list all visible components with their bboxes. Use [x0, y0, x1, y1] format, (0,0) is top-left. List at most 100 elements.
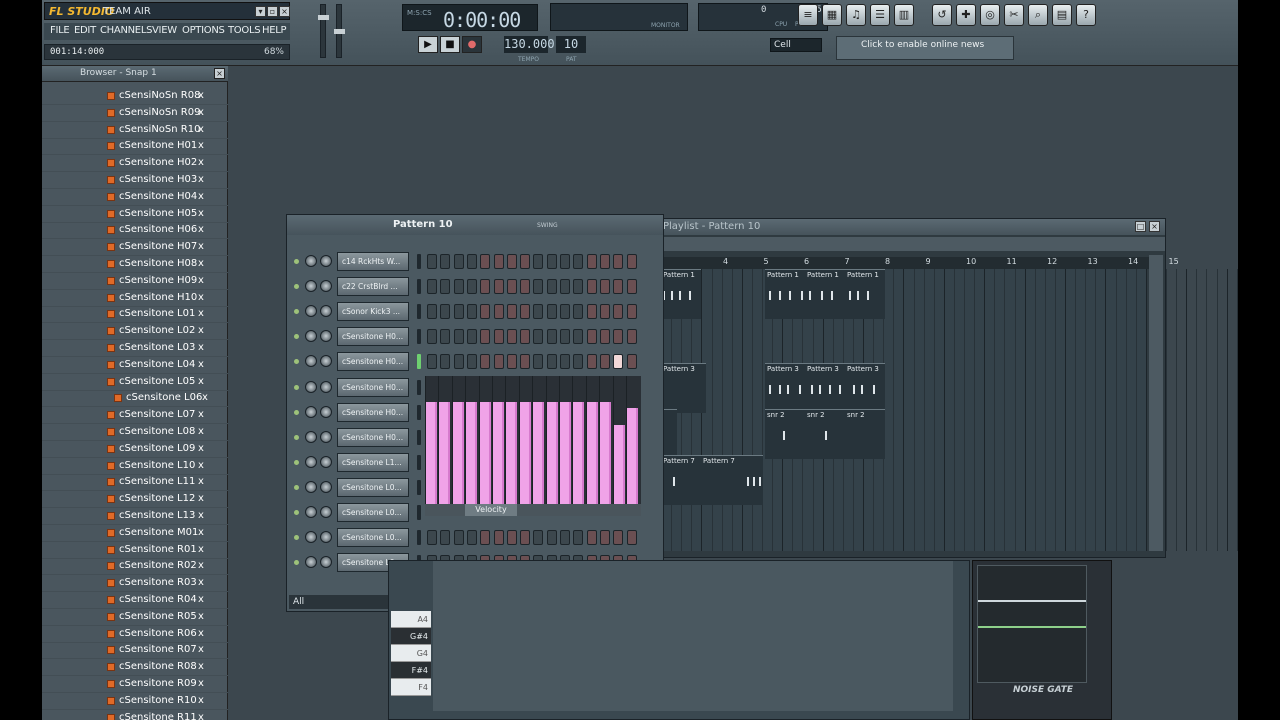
volume-knob[interactable] — [320, 556, 332, 569]
velocity-label[interactable]: Velocity — [465, 504, 517, 516]
step-button[interactable] — [599, 279, 610, 295]
step-button[interactable] — [613, 329, 624, 345]
step-button[interactable] — [586, 329, 597, 345]
step-button[interactable] — [506, 304, 517, 320]
pan-knob[interactable] — [305, 330, 317, 343]
channel-mute-led[interactable] — [294, 259, 299, 264]
step-button[interactable] — [560, 530, 570, 546]
close-icon[interactable]: × — [1149, 221, 1160, 232]
volume-knob[interactable] — [320, 280, 332, 293]
step-button[interactable] — [480, 329, 491, 345]
remove-icon[interactable]: x — [198, 258, 204, 269]
velocity-bar[interactable] — [506, 402, 518, 504]
step-button[interactable] — [573, 304, 584, 320]
step-button[interactable] — [586, 354, 597, 370]
channel-select-light[interactable] — [417, 254, 421, 269]
piano-key[interactable]: G#4 — [391, 628, 431, 645]
pattern-title[interactable]: Pattern 10 — [393, 219, 453, 230]
step-button[interactable] — [453, 530, 464, 546]
channel-mute-led[interactable] — [294, 560, 299, 566]
browser-title-bar[interactable]: Browser - Snap 1 × — [42, 66, 228, 82]
stop-button[interactable]: ■ — [440, 36, 460, 53]
menu-view[interactable]: VIEW — [152, 25, 177, 36]
step-button[interactable] — [573, 329, 584, 345]
step-button[interactable] — [440, 530, 451, 546]
remove-icon[interactable]: x — [198, 544, 204, 555]
step-button[interactable] — [546, 304, 557, 320]
volume-knob[interactable] — [320, 405, 332, 418]
browser-item[interactable]: cSensitone H04 x — [42, 189, 228, 206]
step-button[interactable] — [427, 304, 437, 320]
menu-channels[interactable]: CHANNELS — [100, 25, 152, 36]
browser-item[interactable]: cSensitone L11 x — [42, 474, 228, 492]
browser-item[interactable]: cSensitone R01 x — [42, 542, 228, 559]
cut-icon[interactable]: ✂ — [1004, 4, 1024, 26]
remove-icon[interactable]: x — [198, 107, 204, 118]
channel-mute-led[interactable] — [294, 384, 299, 390]
browser-item[interactable]: cSensitone H09 x — [42, 273, 228, 290]
velocity-bar[interactable] — [560, 402, 571, 504]
browser-item[interactable]: cSensitone L08 x — [42, 424, 228, 441]
remove-icon[interactable]: x — [202, 392, 208, 403]
channel-mute-led[interactable] — [294, 409, 299, 415]
browser-item[interactable]: cSensitone H06 x — [42, 222, 228, 240]
pan-knob[interactable] — [305, 531, 317, 544]
browser-item[interactable]: cSensitone L04 x — [42, 357, 228, 374]
step-button[interactable] — [427, 530, 437, 546]
remove-icon[interactable]: x — [198, 476, 204, 487]
browser-item[interactable]: cSensiNoSn R08 x — [42, 88, 228, 105]
channel-name-button[interactable]: cSensitone L0... — [337, 477, 409, 497]
pattern-clip[interactable]: Pattern 3 — [845, 363, 885, 413]
step-button[interactable] — [560, 354, 570, 370]
menu-options[interactable]: OPTIONS — [182, 25, 225, 36]
step-button[interactable] — [613, 354, 624, 370]
velocity-bar[interactable] — [573, 402, 585, 504]
playlist-hscroll[interactable] — [661, 237, 1165, 251]
minimize-icon[interactable]: ▾ — [255, 6, 266, 17]
channel-mute-led[interactable] — [294, 284, 299, 290]
pattern-clip[interactable]: Pattern 7 — [661, 455, 701, 505]
step-button[interactable] — [427, 329, 437, 345]
step-button[interactable] — [466, 304, 477, 320]
step-button[interactable] — [440, 354, 451, 370]
step-button[interactable] — [493, 329, 504, 345]
remove-icon[interactable]: x — [198, 493, 204, 504]
pan-knob[interactable] — [305, 506, 317, 518]
step-button[interactable] — [586, 279, 597, 295]
browser-item[interactable]: cSensitone H10 x — [42, 290, 228, 307]
step-button[interactable] — [626, 254, 637, 269]
undo-icon[interactable]: ↺ — [932, 4, 952, 26]
volume-knob[interactable] — [320, 355, 332, 368]
pan-knob[interactable] — [305, 305, 317, 318]
browser-item[interactable]: cSensitone R02 x — [42, 558, 228, 576]
step-button[interactable] — [573, 530, 584, 546]
step-button[interactable] — [506, 279, 517, 295]
play-button[interactable]: ▶ — [418, 36, 438, 53]
browser-item[interactable]: cSensitone H03 x — [42, 172, 228, 189]
channel-name-button[interactable]: cSensitone L0... — [337, 528, 409, 548]
remove-icon[interactable]: x — [198, 661, 204, 672]
step-button[interactable] — [586, 254, 597, 269]
velocity-scroll[interactable] — [425, 504, 641, 516]
step-button[interactable] — [520, 530, 531, 546]
channel-name-button[interactable]: c14 RckHts W... — [337, 252, 409, 271]
channel-name-button[interactable]: c22 CrstBlrd ... — [337, 277, 409, 297]
online-news-bar[interactable]: Click to enable online news — [836, 36, 1014, 60]
channel-name-button[interactable]: cSensitone L0... — [337, 503, 409, 522]
close-icon[interactable]: × — [279, 6, 290, 17]
channel-select-light[interactable] — [417, 530, 421, 546]
step-button[interactable] — [546, 254, 557, 269]
browser-item[interactable]: cSensitone R06 x — [42, 626, 228, 643]
channel-name-button[interactable]: cSensitone H0... — [337, 377, 409, 397]
help-icon[interactable]: ? — [1076, 4, 1096, 26]
remove-icon[interactable]: x — [198, 359, 204, 370]
volume-knob[interactable] — [320, 255, 332, 267]
browser-item[interactable]: cSensitone L13 x — [42, 508, 228, 525]
velocity-bar[interactable] — [627, 408, 638, 504]
step-button[interactable] — [466, 354, 477, 370]
velocity-bar[interactable] — [546, 402, 558, 504]
step-button[interactable] — [506, 254, 517, 269]
step-button[interactable] — [533, 530, 544, 546]
remove-icon[interactable]: x — [198, 560, 204, 571]
channel-select-light[interactable] — [417, 479, 421, 495]
